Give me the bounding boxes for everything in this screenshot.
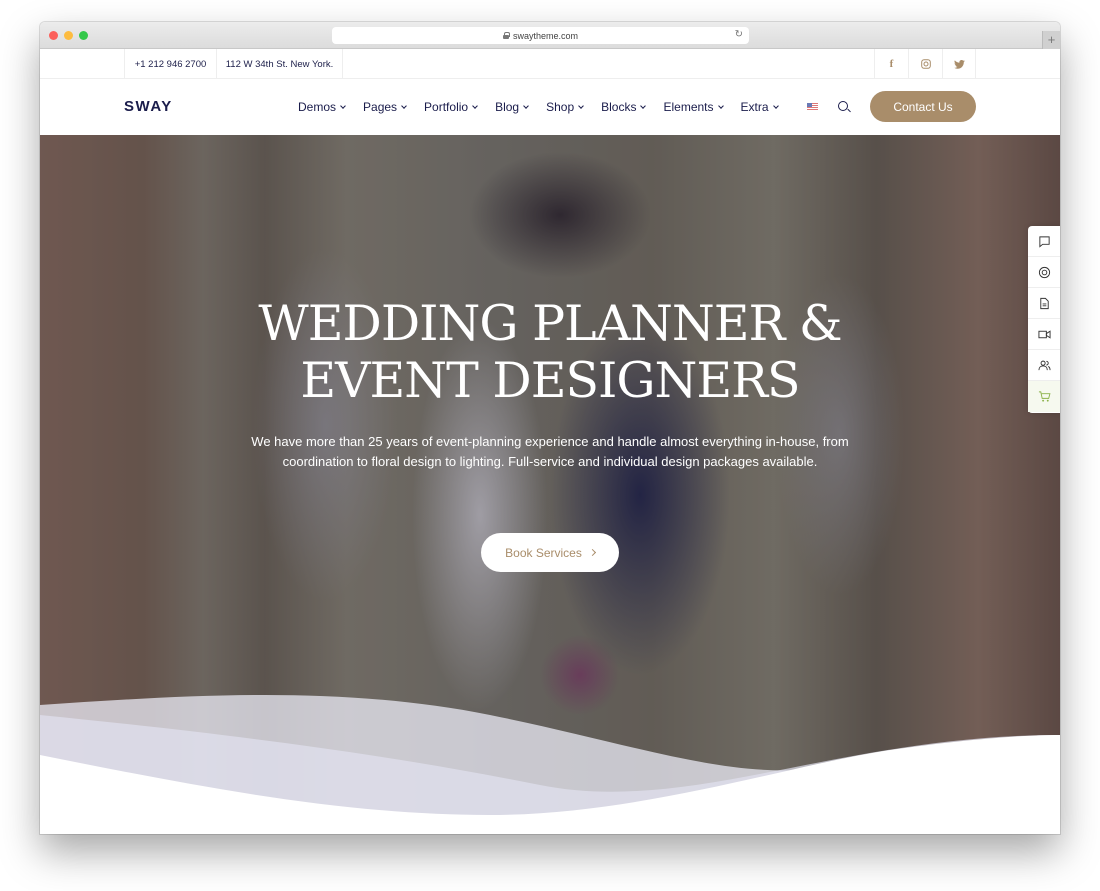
- chevron-down-icon: [717, 102, 724, 109]
- hero-description: We have more than 25 years of event-plan…: [251, 434, 849, 469]
- side-toolbar: [1028, 226, 1060, 413]
- cart-icon: [1038, 391, 1050, 402]
- book-services-label: Book Services: [505, 545, 582, 560]
- nav-item-label: Shop: [546, 100, 575, 114]
- nav-item-shop[interactable]: Shop: [546, 100, 584, 114]
- browser-chrome: swaytheme.com ↻ +: [40, 22, 1060, 49]
- hero-title-line-1: WEDDING PLANNER &: [258, 295, 842, 352]
- chevron-down-icon: [401, 102, 407, 109]
- nav-item-label: Blog: [495, 100, 520, 114]
- users-icon: [1037, 360, 1051, 370]
- nav-item-blog[interactable]: Blog: [495, 100, 529, 114]
- nav-item-pages[interactable]: Pages: [363, 100, 407, 114]
- window-controls: [49, 31, 88, 40]
- chevron-down-icon: [640, 102, 647, 109]
- browser-window: swaytheme.com ↻ + +1 212 946 2700 112 W …: [40, 22, 1060, 834]
- us-flag-icon[interactable]: [807, 103, 818, 110]
- nav-item-label: Portfolio: [424, 100, 469, 114]
- document-icon: [1039, 297, 1049, 309]
- nav-item-extra[interactable]: Extra: [740, 100, 779, 114]
- nav-item-label: Extra: [740, 100, 769, 114]
- search-icon[interactable]: [838, 101, 848, 111]
- url-text: swaytheme.com: [512, 30, 579, 41]
- nav-item-demos[interactable]: Demos: [298, 100, 346, 114]
- side-chat-button[interactable]: [1028, 226, 1060, 257]
- nav-item-label: Elements: [663, 100, 714, 114]
- chevron-down-icon: [340, 102, 346, 109]
- contact-us-button[interactable]: Contact Us: [870, 91, 976, 122]
- nav-item-label: Blocks: [601, 100, 637, 114]
- lock-icon: [502, 32, 510, 39]
- address: 112 W 34th St. New York.: [216, 49, 343, 79]
- address-bar[interactable]: swaytheme.com ↻: [332, 27, 749, 44]
- maximize-window-button[interactable]: [79, 31, 88, 40]
- nav-item-blocks[interactable]: Blocks: [601, 100, 647, 114]
- video-icon: [1037, 329, 1051, 339]
- twitter-icon[interactable]: [942, 49, 976, 79]
- chevron-down-icon: [578, 102, 584, 109]
- minimize-window-button[interactable]: [64, 31, 73, 40]
- nav-item-portfolio[interactable]: Portfolio: [424, 100, 478, 114]
- chat-icon: [1038, 235, 1050, 248]
- side-cart-button[interactable]: [1028, 381, 1060, 412]
- chevron-down-icon: [772, 102, 779, 109]
- new-tab-button[interactable]: +: [1042, 31, 1060, 49]
- side-users-button[interactable]: [1028, 350, 1060, 381]
- close-window-button[interactable]: [49, 31, 58, 40]
- facebook-icon[interactable]: f: [874, 49, 908, 79]
- side-support-button[interactable]: [1028, 257, 1060, 288]
- nav-menu: Demos Pages Portfolio Blog Shop Blocks E…: [298, 79, 796, 135]
- main-navigation: SWAY Demos Pages Portfolio Blog Shop Blo…: [40, 79, 1060, 135]
- hero-title: WEDDING PLANNER & EVENT DESIGNERS: [40, 295, 1060, 409]
- side-video-button[interactable]: [1028, 319, 1060, 350]
- hero-title-line-2: EVENT DESIGNERS: [300, 352, 800, 409]
- hero-section: WEDDING PLANNER & EVENT DESIGNERS We hav…: [40, 135, 1060, 834]
- phone-number[interactable]: +1 212 946 2700: [124, 49, 216, 79]
- top-bar: +1 212 946 2700 112 W 34th St. New York.…: [40, 49, 1060, 79]
- side-document-button[interactable]: [1028, 288, 1060, 319]
- chevron-down-icon: [523, 102, 529, 109]
- reload-icon[interactable]: ↻: [735, 29, 743, 40]
- chevron-down-icon: [472, 102, 478, 109]
- nav-item-label: Demos: [298, 100, 337, 114]
- chevron-right-icon: [588, 548, 596, 557]
- nav-item-elements[interactable]: Elements: [663, 100, 724, 114]
- hero-wave-divider: [40, 695, 1060, 834]
- instagram-icon[interactable]: [908, 49, 942, 79]
- support-icon: [1038, 266, 1050, 278]
- site-logo[interactable]: SWAY: [124, 98, 173, 115]
- nav-item-label: Pages: [363, 100, 398, 114]
- book-services-button[interactable]: Book Services: [481, 533, 619, 572]
